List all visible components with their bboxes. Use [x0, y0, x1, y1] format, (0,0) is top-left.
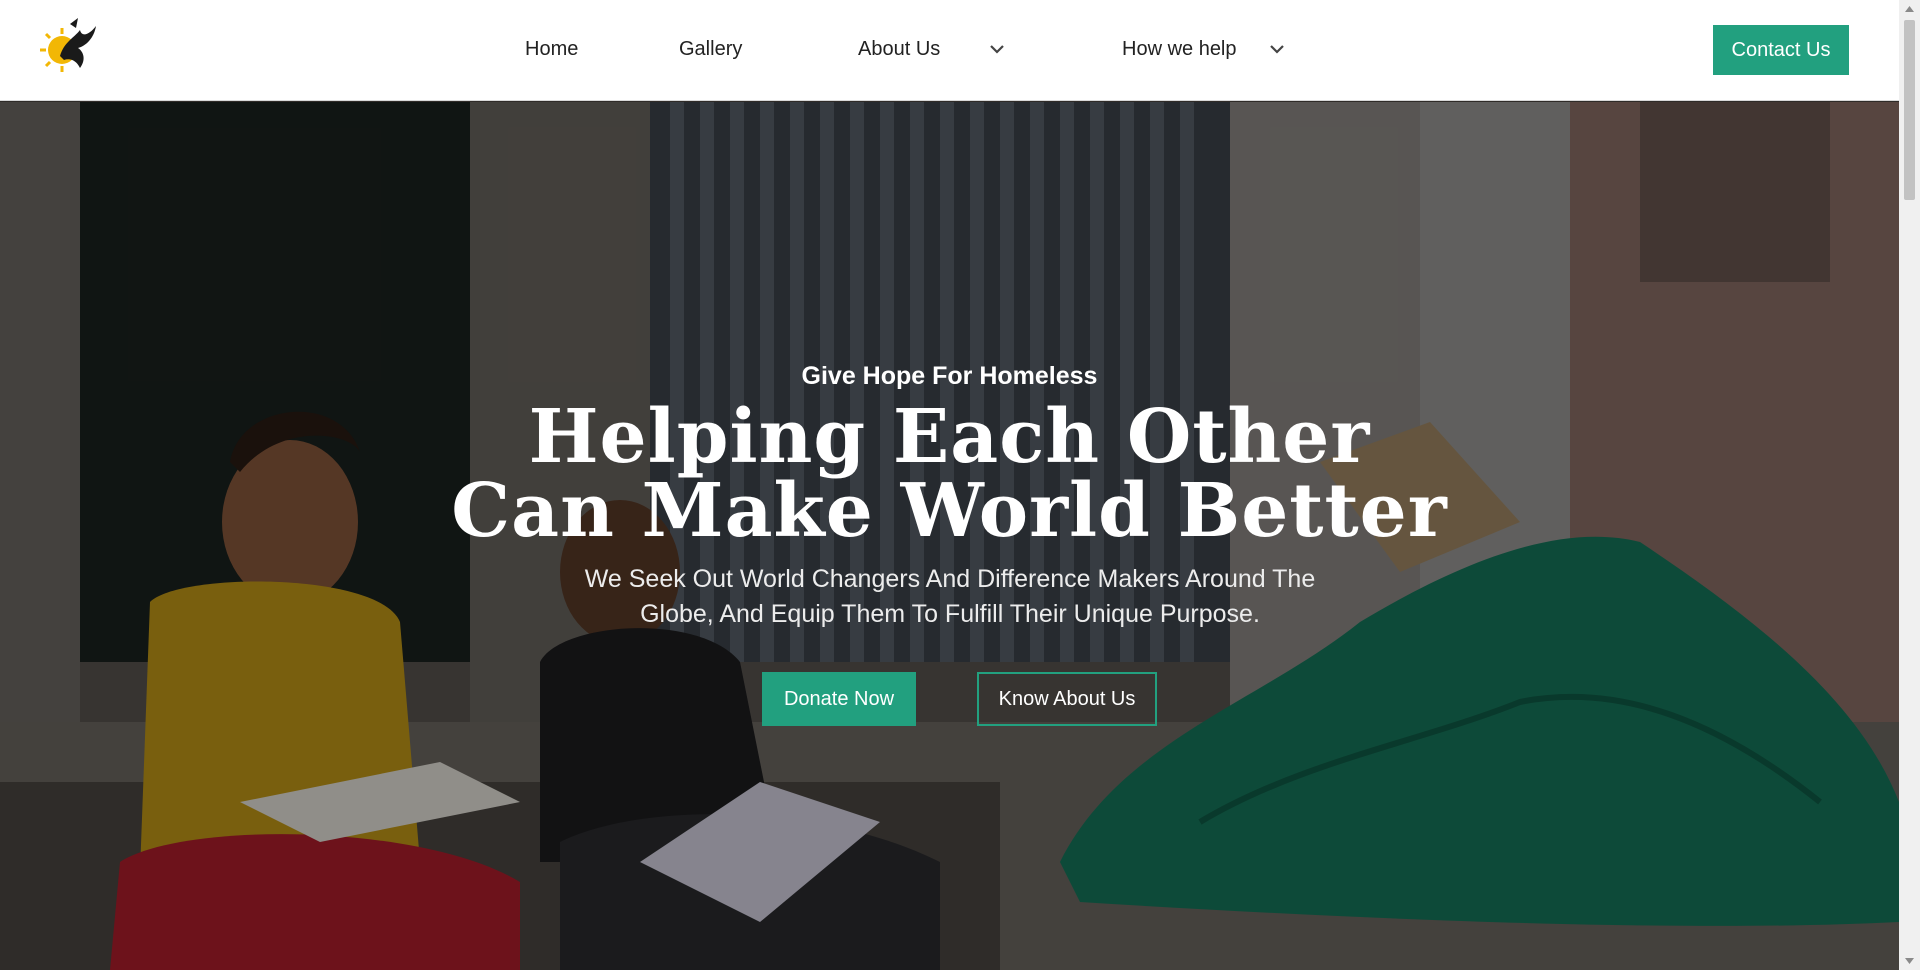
contact-us-button[interactable]: Contact Us	[1713, 25, 1849, 75]
scrollbar-thumb[interactable]	[1904, 20, 1915, 200]
site-header: Home Gallery About Us How we help Contac…	[0, 0, 1899, 101]
nav-gallery[interactable]: Gallery	[679, 36, 742, 62]
hero-subtext-line-2: Globe, And Equip Them To Fulfill Their U…	[640, 600, 1260, 628]
nav-about-us[interactable]: About Us	[858, 36, 940, 62]
hero-subtext: We Seek Out World Changers And Differenc…	[560, 562, 1340, 632]
hero-headline-line-1: Helping Each Other	[528, 394, 1371, 480]
chevron-down-icon[interactable]	[988, 40, 1006, 58]
nav-how-we-help[interactable]: How we help	[1122, 36, 1237, 62]
donate-now-button[interactable]: Donate Now	[762, 672, 916, 726]
scroll-up-arrow-icon[interactable]	[1904, 4, 1915, 14]
hero-headline-line-2: Can Make World Better	[451, 468, 1448, 554]
hero-eyebrow: Give Hope For Homeless	[801, 362, 1098, 390]
chevron-down-icon[interactable]	[1268, 40, 1286, 58]
hero-section: Give Hope For Homeless Helping Each Othe…	[0, 102, 1899, 970]
page-scrollbar[interactable]	[1899, 0, 1920, 970]
hero-headline: Helping Each Other Can Make World Better	[0, 400, 1899, 548]
hero-subtext-line-1: We Seek Out World Changers And Differenc…	[584, 565, 1316, 593]
know-about-us-button[interactable]: Know About Us	[977, 672, 1157, 726]
nav-home[interactable]: Home	[525, 36, 578, 62]
bird-sun-logo-icon[interactable]	[40, 16, 98, 76]
scroll-down-arrow-icon[interactable]	[1904, 956, 1915, 966]
